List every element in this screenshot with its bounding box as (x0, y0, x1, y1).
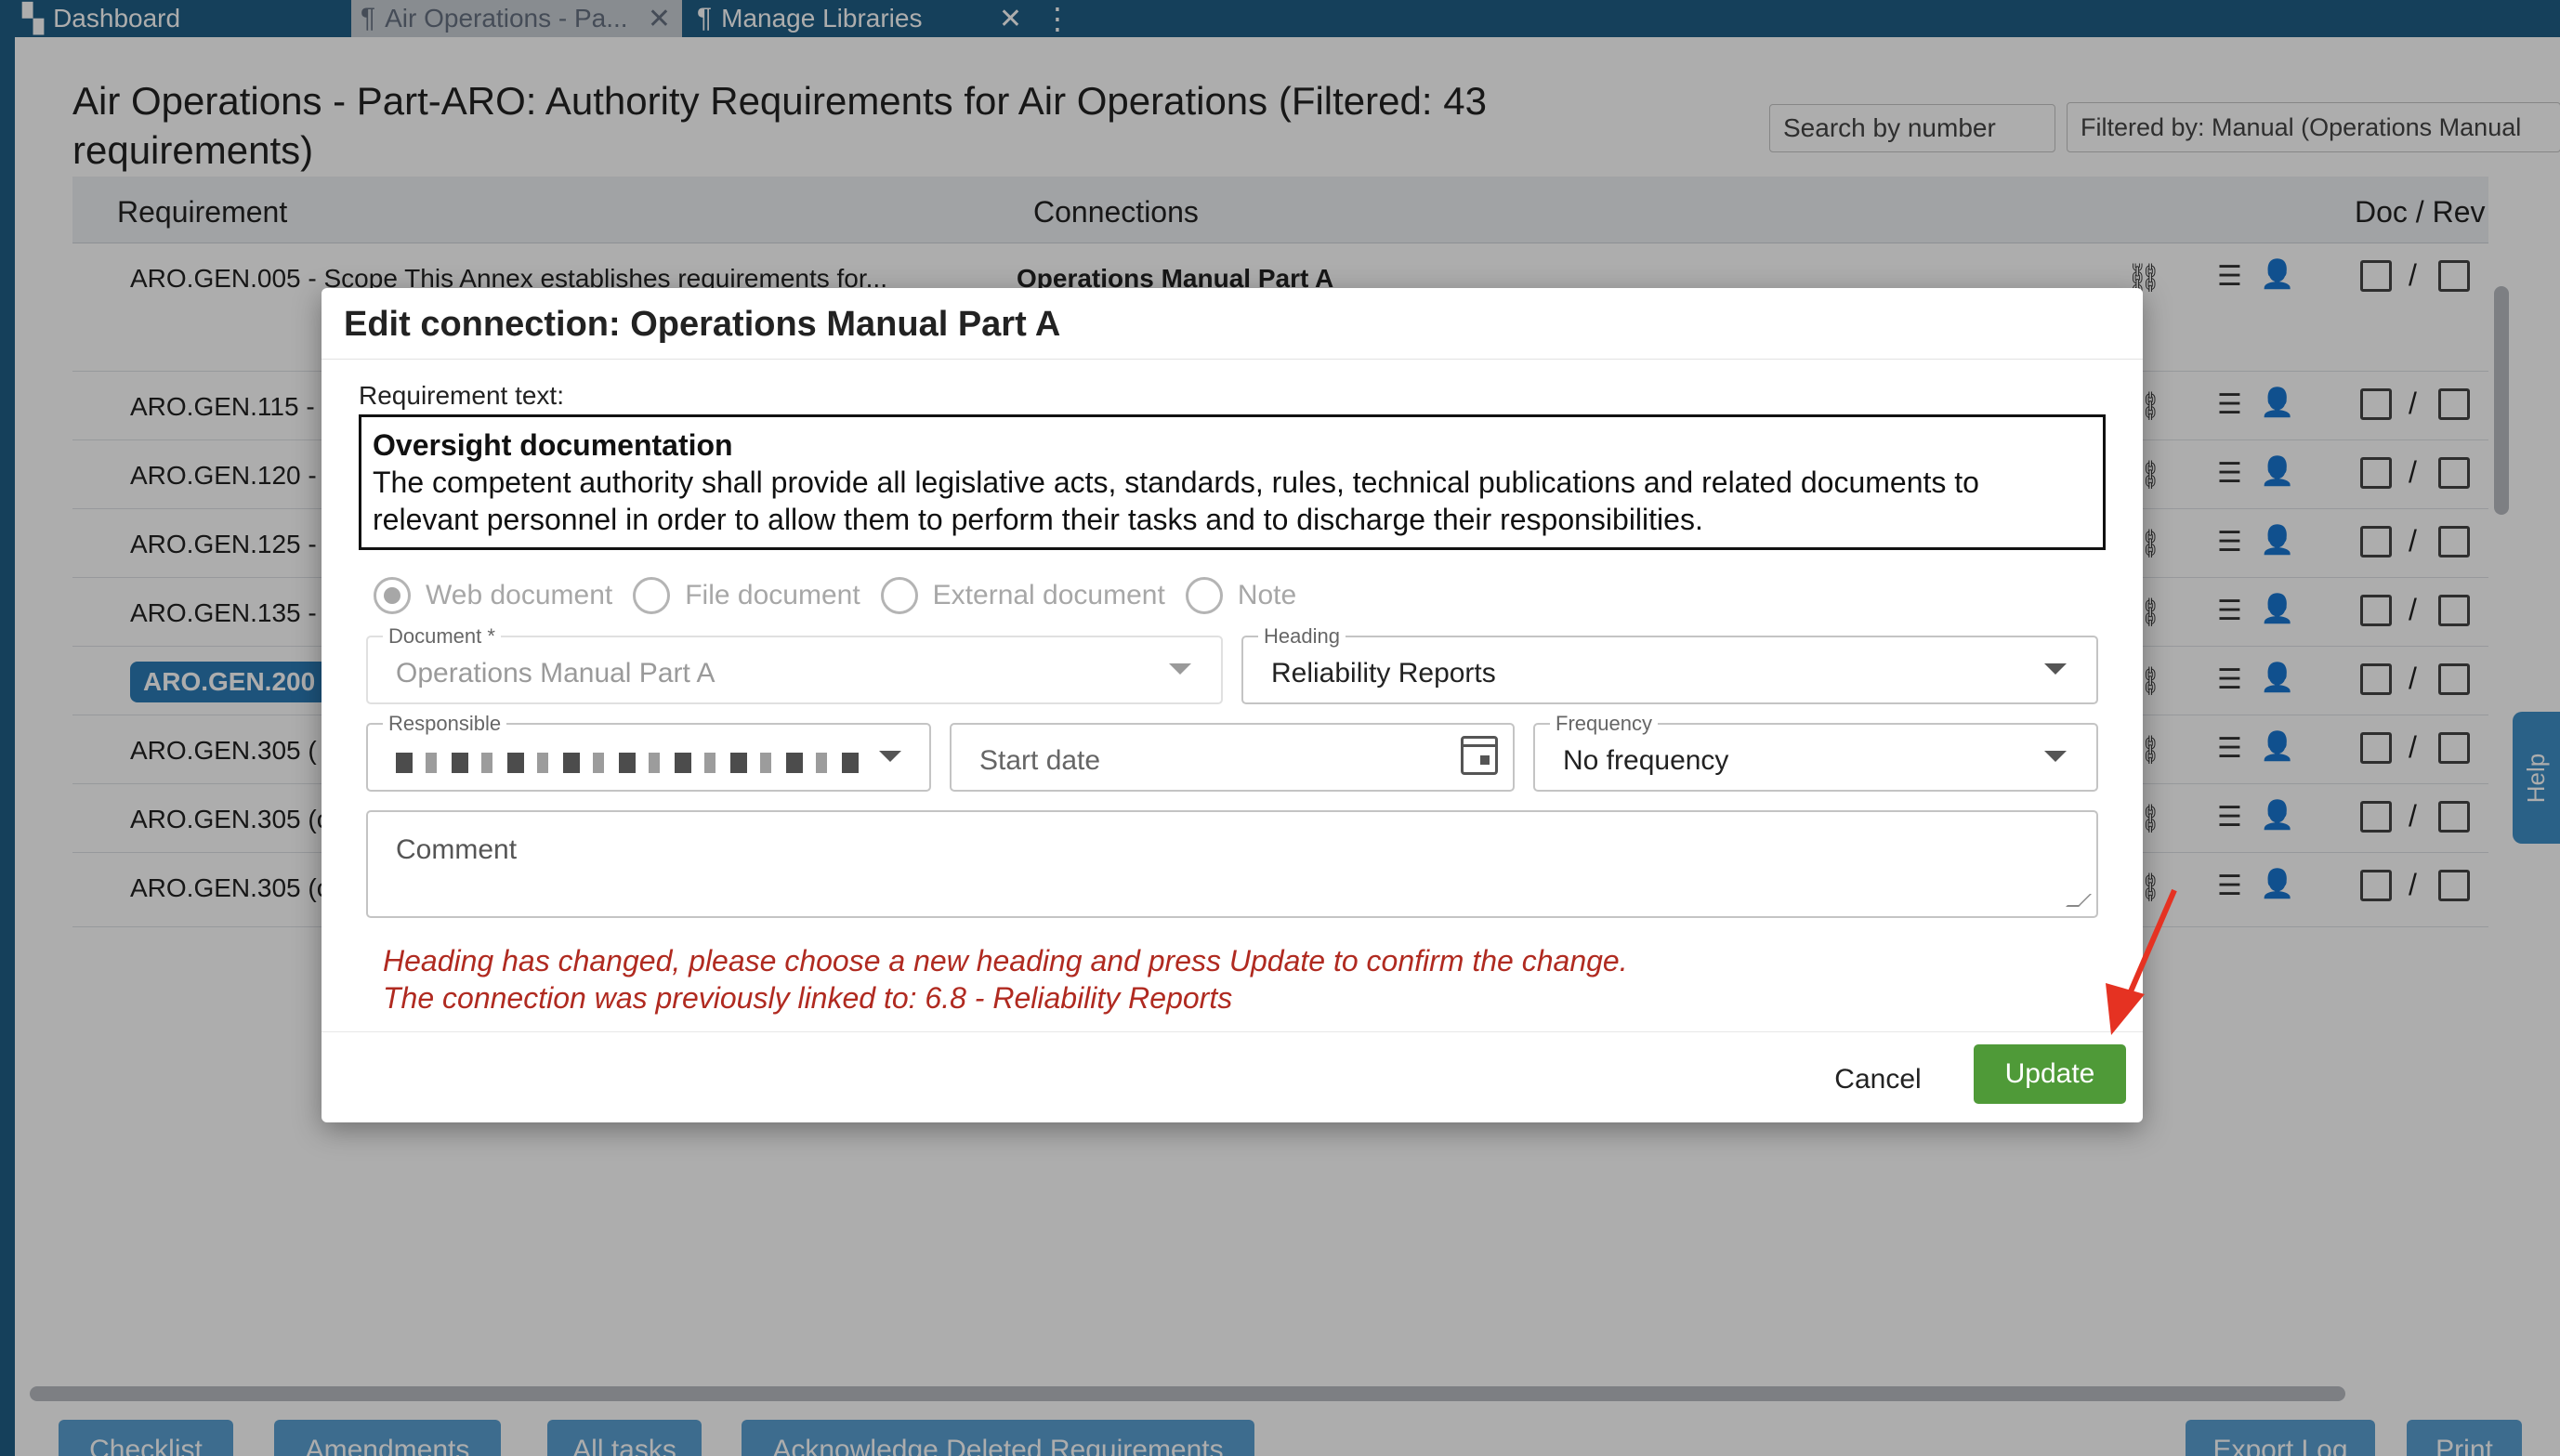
field-value: Reliability Reports (1271, 658, 1496, 689)
divider (322, 1031, 2143, 1032)
update-button[interactable]: Update (1974, 1044, 2126, 1104)
requirement-text-box: Oversight documentation The competent au… (359, 414, 2106, 550)
document-type-group: Web document File document External docu… (374, 572, 1317, 619)
responsible-select[interactable]: Responsible (366, 712, 931, 792)
radio-selected-icon (374, 577, 411, 614)
start-date-field[interactable]: Start date (950, 723, 1515, 792)
comment-textarea[interactable]: Comment (366, 810, 2098, 918)
field-placeholder: Start date (979, 745, 1101, 776)
radio-label: Web document (426, 580, 613, 610)
requirement-body: The competent authority shall provide al… (373, 466, 1979, 536)
field-label: Frequency (1550, 712, 1658, 736)
radio-icon (633, 577, 671, 614)
field-label: Document * (383, 624, 501, 649)
calendar-icon[interactable] (1461, 736, 1498, 775)
field-value: Operations Manual Part A (396, 658, 715, 689)
radio-label: Note (1237, 580, 1297, 610)
chevron-down-icon (879, 751, 901, 762)
radio-icon (880, 577, 918, 614)
radio-note[interactable]: Note (1185, 577, 1297, 614)
resize-handle-icon[interactable] (2066, 894, 2092, 907)
heading-changed-warning: Heading has changed, please choose a new… (383, 942, 1628, 1017)
radio-label: External document (932, 580, 1165, 610)
chevron-down-icon (2044, 663, 2067, 675)
document-select[interactable]: Document * Operations Manual Part A (366, 624, 1223, 704)
field-value: No frequency (1563, 745, 1729, 776)
redacted-value (396, 753, 860, 773)
warning-line: The connection was previously linked to:… (383, 981, 1233, 1015)
field-label: Heading (1258, 624, 1346, 649)
dialog-title: Edit connection: Operations Manual Part … (344, 305, 1061, 344)
radio-label: File document (685, 580, 860, 610)
warning-line: Heading has changed, please choose a new… (383, 944, 1628, 977)
field-placeholder: Comment (396, 834, 518, 865)
edit-connection-dialog: Edit connection: Operations Manual Part … (322, 288, 2143, 1122)
chevron-down-icon (1169, 663, 1191, 675)
requirement-heading: Oversight documentation (373, 428, 733, 462)
divider (322, 359, 2143, 360)
frequency-select[interactable]: Frequency No frequency (1533, 712, 2098, 792)
requirement-text-label: Requirement text: (359, 381, 564, 410)
heading-select[interactable]: Heading Reliability Reports (1241, 624, 2098, 704)
radio-file-document[interactable]: File document (633, 577, 860, 614)
radio-external-document[interactable]: External document (880, 577, 1165, 614)
radio-web-document[interactable]: Web document (374, 577, 612, 614)
radio-icon (1185, 577, 1223, 614)
chevron-down-icon (2044, 751, 2067, 762)
field-label: Responsible (383, 712, 507, 736)
cancel-button[interactable]: Cancel (1818, 1052, 1938, 1108)
